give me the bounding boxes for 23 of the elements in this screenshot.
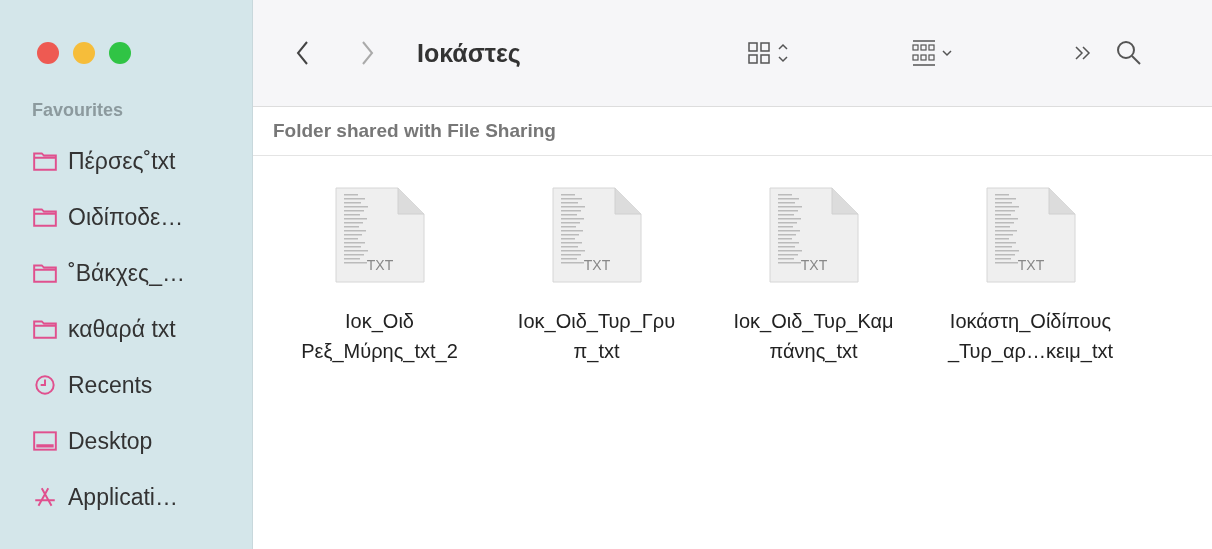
sidebar-heading: Favourites (32, 100, 125, 121)
sidebar-item[interactable]: Desktop (68, 427, 153, 455)
sidebar-item[interactable]: ˚Βάκχες_… (68, 259, 185, 287)
sidebar-item[interactable]: Οιδίποδε… (68, 203, 184, 231)
applications-icon (32, 486, 58, 508)
search-icon[interactable] (1115, 39, 1143, 67)
file-name[interactable]: Ιοκ_Οιδ Ρεξ_Μύρης_txt_2 (301, 306, 458, 366)
file-name[interactable]: Ιοκ_Οιδ_Τυρ_Γρυ π_txt (517, 306, 676, 366)
file-name[interactable]: Ιοκάστη_Οίδίπους _Τυρ_αρ…κειμ_txt (947, 306, 1114, 366)
close-button[interactable] (37, 42, 59, 64)
file-name[interactable]: Ιοκ_Οιδ_Τυρ_Καμ πάνης_txt (733, 306, 894, 366)
sidebar-item[interactable]: Recents (68, 371, 153, 399)
folder-icon (32, 318, 58, 340)
shared-folder-banner: Folder shared with File Sharing (253, 107, 1212, 156)
folder-icon (32, 262, 58, 284)
folder-icon (32, 150, 58, 172)
clock-icon (32, 374, 58, 396)
window-title: Ιοκάστες (417, 38, 522, 68)
folder-icon (32, 206, 58, 228)
sidebar-item[interactable]: καθαρά txt (68, 315, 176, 343)
sidebar-item[interactable]: Πέρσες˚txt (68, 147, 176, 175)
desktop-icon (32, 430, 58, 452)
sidebar-item[interactable]: Applicati… (68, 483, 178, 511)
